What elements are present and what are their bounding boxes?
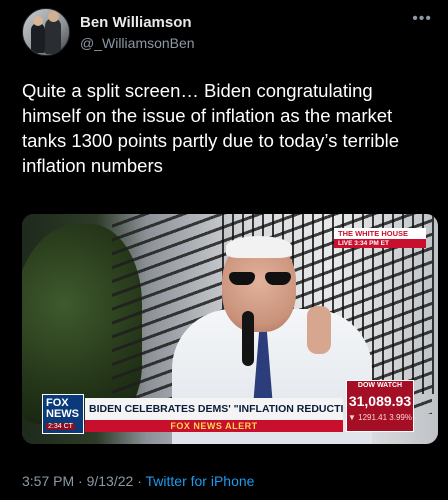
display-name[interactable]: Ben Williamson xyxy=(80,14,192,31)
tweet-text: Quite a split screen… Biden congratulati… xyxy=(22,80,400,176)
market-change-value: 1291.41 3.99% xyxy=(358,413,412,422)
chyron-headline: BIDEN CELEBRATES DEMS' "INFLATION REDUCT… xyxy=(85,398,343,420)
avatar-figure xyxy=(31,23,45,53)
user-handle[interactable]: @_WilliamsonBen xyxy=(80,35,195,51)
sunglasses-lens xyxy=(229,272,255,285)
separator: · xyxy=(78,473,83,489)
market-value: 31,089.93 xyxy=(348,393,412,409)
alert-bar: FOX NEWS ALERT xyxy=(85,420,343,432)
speaker-hand xyxy=(307,306,331,354)
avatar-figure xyxy=(45,18,61,54)
avatar[interactable] xyxy=(22,8,70,56)
sunglasses-lens xyxy=(265,272,291,285)
live-bug-time: LIVE 3:34 PM ET xyxy=(334,239,426,248)
tweet-meta: 3:57 PM · 9/13/22 · Twitter for iPhone xyxy=(22,473,254,489)
down-arrow-icon: ▼ xyxy=(348,413,356,422)
more-options-icon[interactable]: ••• xyxy=(412,10,432,28)
tweet-date[interactable]: 9/13/22 xyxy=(87,473,134,489)
tweet-media[interactable]: THE WHITE HOUSE LIVE 3:34 PM ET FOX NEWS… xyxy=(22,214,438,444)
speaker-hair xyxy=(226,236,292,258)
network-logo-text: NEWS xyxy=(46,408,79,420)
live-bug-title: THE WHITE HOUSE xyxy=(334,228,426,239)
market-label: DOW WATCH xyxy=(357,382,403,389)
microphone xyxy=(242,311,254,366)
avatar-figure xyxy=(33,16,43,26)
network-time: 2:34 CT xyxy=(46,423,75,430)
tweet-source-link[interactable]: Twitter for iPhone xyxy=(146,473,255,489)
avatar-figure xyxy=(48,11,59,22)
news-chyron: FOX NEWS 2:34 CT BIDEN CELEBRATES DEMS' … xyxy=(42,380,436,436)
network-logo: FOX NEWS 2:34 CT xyxy=(42,394,84,434)
tweet-time[interactable]: 3:57 PM xyxy=(22,473,74,489)
market-box: DOW WATCH 31,089.93 ▼ 1291.41 3.99% xyxy=(346,380,414,432)
sunglasses xyxy=(229,272,291,286)
market-change: ▼ 1291.41 3.99% xyxy=(347,413,413,422)
separator: · xyxy=(137,473,142,489)
tweet-header: Ben Williamson @_WilliamsonBen ••• xyxy=(22,8,432,58)
live-bug: THE WHITE HOUSE LIVE 3:34 PM ET xyxy=(334,228,426,248)
